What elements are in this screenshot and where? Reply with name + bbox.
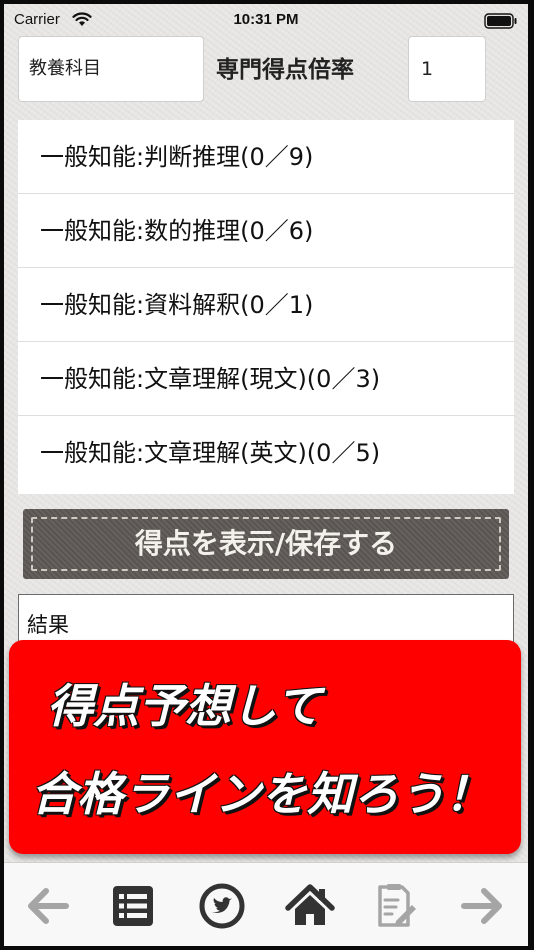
multiplier-input[interactable]: 1 xyxy=(408,36,486,102)
category-item-numerical[interactable]: 一般知能:数的推理(0／6) xyxy=(18,194,514,268)
status-bar: Carrier 10:31 PM xyxy=(4,4,528,38)
promo-line-2: 合格ラインを知ろう！ xyxy=(31,767,491,821)
promo-line-1: 得点予想して xyxy=(47,679,322,733)
list-icon xyxy=(104,877,162,935)
twitter-icon xyxy=(193,877,251,935)
home-icon xyxy=(281,877,339,935)
multiplier-label: 専門得点倍率 xyxy=(216,57,354,83)
list-button[interactable] xyxy=(104,877,162,935)
category-item-judgment[interactable]: 一般知能:判断推理(0／9) xyxy=(18,120,514,194)
twitter-button[interactable] xyxy=(193,877,251,935)
category-list: 一般知能:判断推理(0／9) 一般知能:数的推理(0／6) 一般知能:資料解釈(… xyxy=(18,120,514,494)
app-screen: Carrier 10:31 PM 教養科目 専門得点倍率 1 一般知能:判断推理… xyxy=(4,4,528,946)
arrow-right-icon xyxy=(454,877,512,935)
clock: 10:31 PM xyxy=(233,11,299,28)
promo-banner: 得点予想して 合格ラインを知ろう！ xyxy=(9,640,521,854)
category-item-data-interpretation[interactable]: 一般知能:資料解釈(0／1) xyxy=(18,268,514,342)
forward-button[interactable] xyxy=(454,877,512,935)
back-button[interactable] xyxy=(18,877,76,935)
subject-selector[interactable]: 教養科目 xyxy=(18,36,204,102)
memo-button[interactable] xyxy=(366,877,424,935)
show-save-score-button[interactable]: 得点を表示/保存する xyxy=(23,509,509,579)
arrow-left-icon xyxy=(18,877,76,935)
category-item-reading-english[interactable]: 一般知能:文章理解(英文)(0／5) xyxy=(18,416,514,490)
show-save-score-label: 得点を表示/保存する xyxy=(134,527,398,560)
battery-icon xyxy=(484,13,518,33)
result-label: 結果 xyxy=(27,613,69,637)
category-item-reading-japanese[interactable]: 一般知能:文章理解(現文)(0／3) xyxy=(18,342,514,416)
home-button[interactable] xyxy=(281,877,339,935)
bottom-toolbar xyxy=(4,862,528,946)
memo-icon xyxy=(366,877,424,935)
